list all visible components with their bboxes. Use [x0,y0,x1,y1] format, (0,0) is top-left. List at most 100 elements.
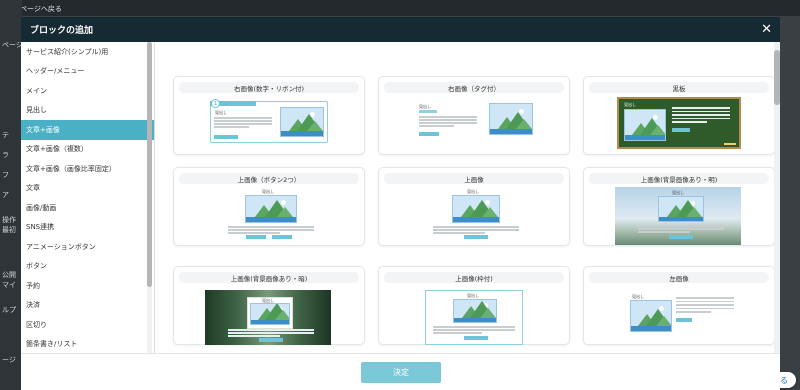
mini-button [259,338,283,342]
text-line [419,122,477,124]
block-template-card[interactable]: 上画像(背景画像あり・暗) 見出し [173,266,365,345]
background-topbar: マイページへ戻る [0,0,800,16]
text-line [214,126,249,128]
sidebar-item[interactable]: ヘッダー/メニュー [21,62,154,82]
placeholder-image-icon [489,103,533,135]
text-line [433,232,485,234]
text-line [672,121,707,123]
card-thumbnail: 見出し [584,186,776,246]
decide-button[interactable]: 決定 [361,362,441,383]
mini-button [419,132,439,136]
close-icon[interactable]: ✕ [761,23,772,36]
card-label: 上画像(背景画像あり・明) [589,173,769,184]
ground-shape [659,216,703,221]
text-line [433,329,515,331]
block-template-card[interactable]: 上画像(背景画像あり・明) 見出し [583,167,775,246]
text-line [638,225,724,227]
content-scrollbar[interactable] [774,42,780,353]
ground-shape [246,217,296,222]
sidebar-item[interactable]: 区切り [21,315,154,335]
sidebar-item[interactable]: 文章 [21,179,154,199]
background-label: 最初 [2,226,16,234]
ground-shape [454,318,496,322]
number-badge: 1 [211,99,220,108]
text-line [638,231,690,233]
ground-shape [251,320,289,324]
text-line [228,329,314,331]
text-line [228,232,280,234]
text-line [214,123,272,125]
background-label: フ [2,171,9,179]
sidebar-item[interactable]: アニメーションボタン [21,237,154,257]
placeholder-image-icon [453,299,497,323]
text-line [228,332,314,334]
text-line [214,117,272,119]
sidebar-item[interactable]: 文章+画像 [21,120,154,140]
sidebar-scrollbar[interactable] [147,42,152,353]
background-sidebar: ページテラフア操作 最初 公開 マイ ルプ ージ [0,0,23,390]
card-label: 上画像（ボタン2つ） [179,173,359,184]
mountain-shape [307,120,323,131]
text-line [419,116,477,118]
tag-shape [419,110,437,113]
background-label: マイ [2,281,16,289]
placeholder-image-icon [452,195,500,223]
card-label: 上画像(枠付) [384,272,564,283]
sidebar-item[interactable]: ボタン [21,257,154,277]
text-line [672,117,730,119]
background-label: 公開 [2,271,16,279]
sidebar-item[interactable]: SNS連携 [21,218,154,238]
sidebar-item[interactable]: 文章+画像（複数） [21,140,154,160]
ground-shape [625,134,665,140]
mini-button [214,135,238,139]
card-label: 上画像 [384,173,564,184]
sidebar-item[interactable]: 決済 [21,296,154,316]
text-line [228,335,280,337]
thumbnail-heading: 見出し [215,110,227,115]
placeholder-image-icon [245,195,297,223]
text-line [672,107,730,109]
placeholder-image-icon [630,300,672,332]
mountain-shape [481,207,498,218]
sidebar-item[interactable]: 予約 [21,276,154,296]
sidebar-item[interactable]: サービス紹介(シンプル)用 [21,42,154,62]
content-scroll-thumb[interactable] [774,50,780,105]
placeholder-image-icon [624,109,666,141]
add-block-modal: ブロックの追加 ✕ サービス紹介(シンプル)用 ヘッダー/メニュー メイン 見出し 文章… [21,17,780,390]
text-line [433,332,483,334]
sidebar-item[interactable]: 見出し [21,101,154,121]
text-line [676,304,734,306]
sidebar-item[interactable]: 画像/動画 [21,198,154,218]
mountain-shape [686,206,703,217]
text-line [672,110,730,112]
modal-title: ブロックの追加 [30,26,94,36]
block-template-card[interactable]: 上画像（ボタン2つ） 見出し [173,167,365,246]
sidebar-item[interactable]: メイン [21,81,154,101]
text-line [676,300,734,302]
mini-button [672,128,690,132]
card-thumbnail: 見出し [584,95,776,155]
block-template-card[interactable]: 上画像 見出し [378,167,570,246]
mountain-shape [649,124,665,135]
text-line [676,311,711,313]
block-template-card[interactable]: 上画像(枠付) 見出し [378,266,570,345]
card-thumbnail: 見出し [379,95,571,155]
text-line [228,226,314,228]
card-thumbnail: 見出し [584,285,776,345]
block-template-grid: 右画像(数字・リボン付) 1 見出し 右画像（タグ付） 見出し 黒板 見出し 上画像（ボタン2… [155,42,780,353]
block-template-card[interactable]: 左画像 見出し [583,266,775,345]
text-line [214,120,272,122]
mountain-shape [277,207,293,218]
card-thumbnail: 見出し [174,186,366,246]
block-template-card[interactable]: 右画像（タグ付） 見出し [378,76,570,155]
sidebar-item[interactable]: 箇条書き/リスト [21,335,154,354]
block-template-card[interactable]: 黒板 見出し [583,76,775,155]
text-line [433,326,515,328]
block-template-card[interactable]: 右画像(数字・リボン付) 1 見出し [173,76,365,155]
mini-button [464,336,488,340]
sidebar-scroll-thumb[interactable] [147,42,152,287]
modal-header: ブロックの追加 ✕ [21,17,780,42]
text-line [433,229,519,231]
sidebar-item[interactable]: 文章+画像（画像比率固定） [21,159,154,179]
background-label: ア [2,191,9,199]
